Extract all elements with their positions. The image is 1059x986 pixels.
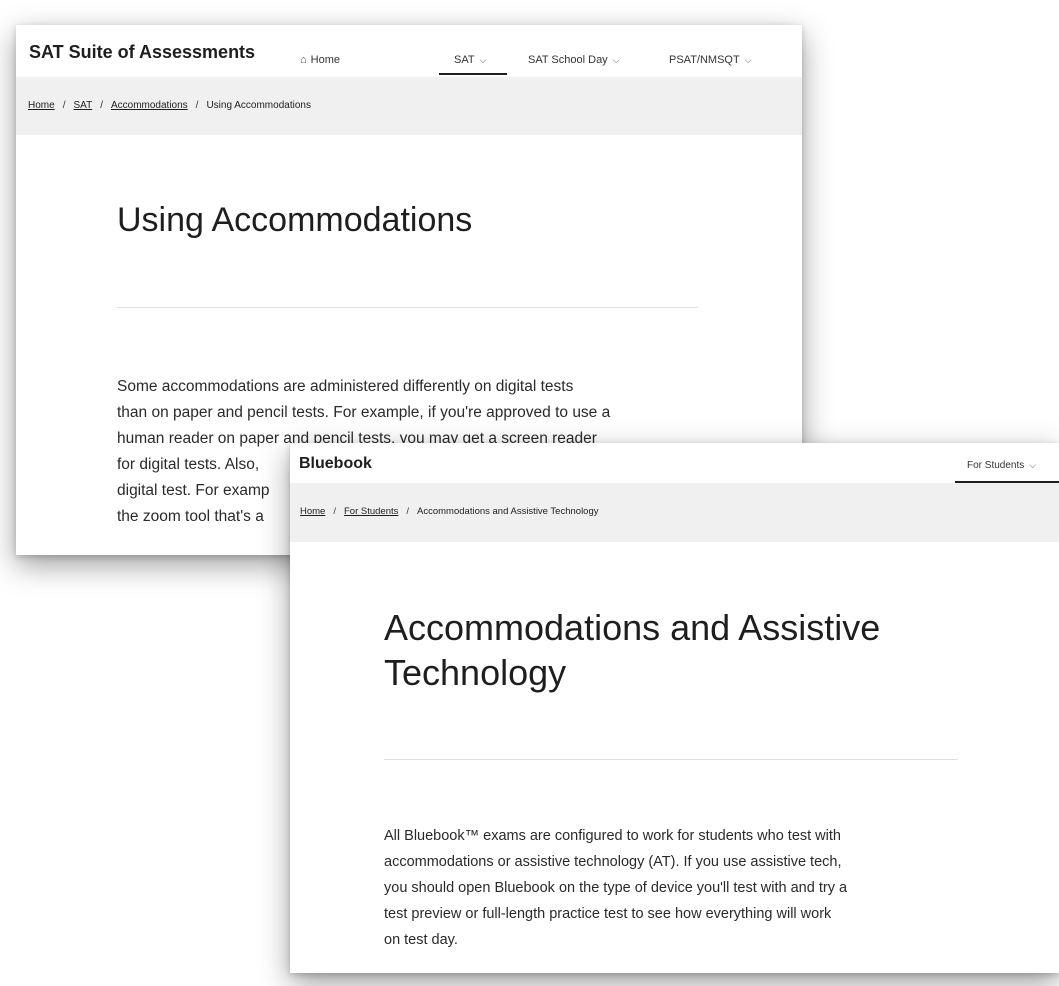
nav-for-students-dropdown[interactable]: For Students ⌵ (967, 460, 1036, 471)
nav-sat-label: SAT (454, 54, 475, 66)
nav-sat-school-day-label: SAT School Day (528, 54, 608, 66)
bluebook-window: Bluebook For Students ⌵ Home / For Students… (290, 443, 1059, 973)
body-line: All Bluebook™ exams are configured to wo… (384, 828, 841, 844)
body-line: test preview or full-length practice tes… (384, 906, 832, 922)
chevron-down-icon: ⌵ (744, 55, 752, 65)
nav-home-label: Home (310, 54, 340, 66)
nav-psat-dropdown[interactable]: PSAT/NMSQT ⌵ (669, 54, 752, 66)
breadcrumb-separator: / (62, 100, 66, 111)
nav-psat-label: PSAT/NMSQT (669, 54, 740, 66)
active-tab-indicator (439, 73, 507, 75)
title-divider (384, 759, 958, 760)
page-title: Accommodations and Assistive Technology (384, 605, 984, 695)
chevron-down-icon: ⌵ (479, 55, 487, 65)
breadcrumb-current: Using Accommodations (206, 100, 311, 111)
breadcrumb-accommodations-link[interactable]: Accommodations (111, 100, 188, 111)
breadcrumb-for-students-link[interactable]: For Students (344, 506, 398, 517)
nav-home-link[interactable]: ⌂ Home (300, 54, 340, 66)
breadcrumb-current: Accommodations and Assistive Technology (417, 506, 599, 517)
nav-for-students-label: For Students (967, 460, 1025, 471)
body-line: you should open Bluebook on the type of … (384, 880, 848, 896)
bluebook-site-brand[interactable]: Bluebook (299, 455, 372, 473)
breadcrumb-separator: / (100, 100, 103, 111)
nav-sat-dropdown[interactable]: SAT ⌵ (454, 54, 486, 66)
body-line: accommodations or assistive technology (… (384, 854, 842, 870)
breadcrumb-sat-link[interactable]: SAT (73, 100, 92, 111)
breadcrumb-separator: / (406, 506, 410, 517)
bluebook-breadcrumb: Home / For Students / Accommodations and Ass… (290, 483, 1059, 542)
page-title-line: Technology (384, 652, 567, 693)
sat-breadcrumb: Home / SAT / Accommodations / Using Accommodat… (16, 77, 802, 135)
sat-top-navigation: SAT Suite of Assessments ⌂ Home SAT ⌵ SAT … (16, 25, 802, 77)
breadcrumb-home-link[interactable]: Home (28, 100, 55, 111)
breadcrumb-separator: / (333, 506, 336, 517)
chevron-down-icon: ⌵ (1029, 460, 1037, 470)
title-divider (117, 307, 698, 308)
house-icon: ⌂ (300, 54, 307, 66)
chevron-down-icon: ⌵ (612, 55, 620, 65)
page-title-line: Accommodations and Assistive (384, 607, 881, 648)
nav-sat-school-day-dropdown[interactable]: SAT School Day ⌵ (528, 54, 620, 66)
sat-site-brand[interactable]: SAT Suite of Assessments (29, 42, 255, 63)
body-line: Some accommodations are administered dif… (117, 378, 574, 395)
breadcrumb-home-link[interactable]: Home (300, 506, 325, 517)
body-line: on test day. (384, 932, 458, 948)
body-line: than on paper and pencil tests. For exam… (117, 404, 611, 421)
bluebook-body-text: All Bluebook™ exams are configured to wo… (384, 823, 1004, 953)
breadcrumb-separator: / (195, 100, 199, 111)
page-title: Using Accommodations (117, 201, 473, 239)
